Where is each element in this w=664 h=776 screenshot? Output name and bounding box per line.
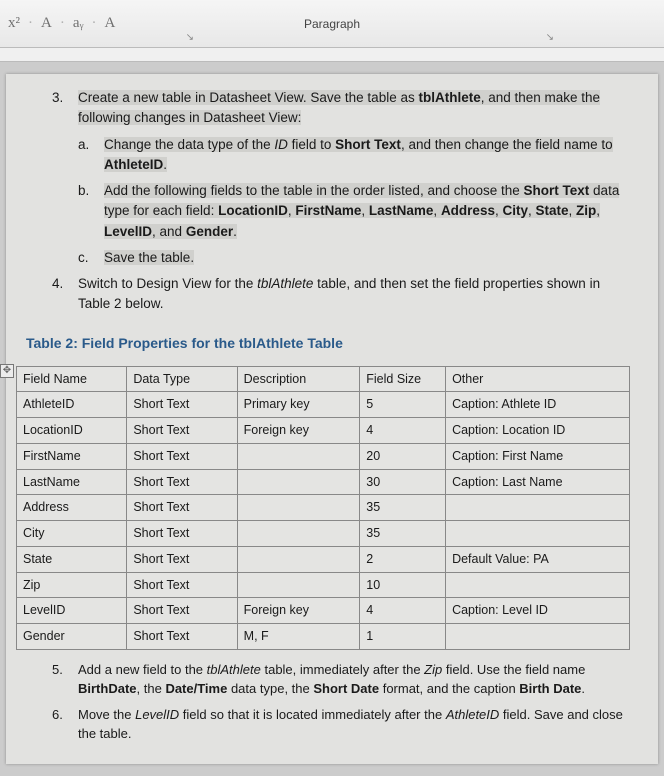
instruction-3c: c. Save the table. <box>78 248 630 268</box>
table-row: StateShort Text2Default Value: PA <box>17 546 630 572</box>
table-row: CityShort Text35 <box>17 521 630 547</box>
ruler <box>0 48 664 62</box>
th-description: Description <box>237 366 360 392</box>
sub-letter: c. <box>78 248 104 268</box>
field-properties-table: Field Name Data Type Description Field S… <box>16 366 630 650</box>
sub-letter: a. <box>78 135 104 176</box>
instruction-6: 6. Move the LevelID field so that it is … <box>52 705 630 744</box>
table-row: LevelIDShort TextForeign key4Caption: Le… <box>17 598 630 624</box>
list-number: 5. <box>52 660 78 699</box>
ribbon-toolbar: x² · A · aᵧ · A Paragraph ↘ ↘ <box>0 0 664 48</box>
list-body: Add a new field to the tblAthlete table,… <box>78 660 630 699</box>
paragraph-group-label: Paragraph <box>304 17 360 31</box>
th-other: Other <box>446 366 630 392</box>
table-wrapper: ✥ Field Name Data Type Description Field… <box>16 366 630 650</box>
font-effects-button[interactable]: A <box>104 15 115 32</box>
th-field-size: Field Size <box>360 366 446 392</box>
paragraph-launcher-icon[interactable]: ↘ <box>546 32 554 43</box>
instruction-3a: a. Change the data type of the ID field … <box>78 135 630 176</box>
table-row: AthleteIDShort TextPrimary key5Caption: … <box>17 392 630 418</box>
list-number: 6. <box>52 705 78 744</box>
table-row: LastNameShort Text30Caption: Last Name <box>17 469 630 495</box>
sub-letter: b. <box>78 181 104 242</box>
instruction-4: 4. Switch to Design View for the tblAthl… <box>52 274 630 315</box>
table-row: GenderShort TextM, F1 <box>17 624 630 650</box>
table-caption: Table 2: Field Properties for the tblAth… <box>26 333 630 354</box>
instruction-3: 3. Create a new table in Datasheet View.… <box>52 88 630 268</box>
th-field-name: Field Name <box>17 366 127 392</box>
table-row: LocationIDShort TextForeign key4Caption:… <box>17 418 630 444</box>
table-row: FirstNameShort Text20Caption: First Name <box>17 443 630 469</box>
th-data-type: Data Type <box>127 366 237 392</box>
page-background: 3. Create a new table in Datasheet View.… <box>0 62 664 776</box>
post-instructions: 5. Add a new field to the tblAthlete tab… <box>52 660 630 744</box>
superscript-button[interactable]: x² <box>8 15 20 32</box>
list-body: Create a new table in Datasheet View. Sa… <box>78 88 630 268</box>
text-highlight-button[interactable]: aᵧ <box>73 15 84 32</box>
document-page: 3. Create a new table in Datasheet View.… <box>6 74 658 764</box>
sub-body: Save the table. <box>104 248 194 268</box>
sub-body: Change the data type of the ID field to … <box>104 135 630 176</box>
list-number: 3. <box>52 88 78 268</box>
font-color-button[interactable]: A <box>41 15 52 32</box>
list-body: Move the LevelID field so that it is loc… <box>78 705 630 744</box>
table-row: AddressShort Text35 <box>17 495 630 521</box>
instruction-5: 5. Add a new field to the tblAthlete tab… <box>52 660 630 699</box>
list-number: 4. <box>52 274 78 315</box>
font-launcher-icon[interactable]: ↘ <box>186 32 194 43</box>
instruction-3b: b. Add the following fields to the table… <box>78 181 630 242</box>
sub-body: Add the following fields to the table in… <box>104 181 630 242</box>
table-row: ZipShort Text10 <box>17 572 630 598</box>
table-header-row: Field Name Data Type Description Field S… <box>17 366 630 392</box>
font-group: x² · A · aᵧ · A <box>8 15 115 32</box>
list-body: Switch to Design View for the tblAthlete… <box>78 274 630 315</box>
table-move-handle-icon[interactable]: ✥ <box>0 364 14 378</box>
